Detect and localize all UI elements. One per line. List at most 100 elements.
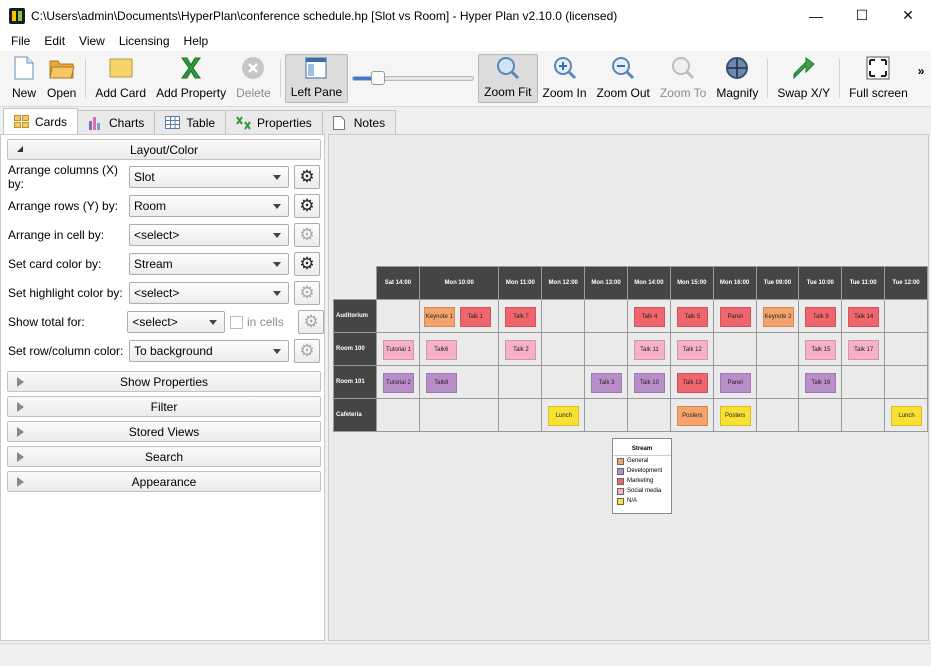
grid-cell[interactable] <box>884 332 928 366</box>
gear-icon[interactable]: ⚙ <box>294 339 320 363</box>
highlight-color-combo[interactable]: <select> <box>129 282 289 304</box>
arrange-columns-combo[interactable]: Slot <box>129 166 289 188</box>
card-canvas[interactable]: Sat 14:00 Mon 10:00 Mon 11:00 Mon 12:00 Mon … <box>328 134 929 641</box>
schedule-card[interactable]: Talk 9 <box>805 307 837 327</box>
grid-cell[interactable] <box>375 398 420 432</box>
new-button[interactable]: New <box>6 51 42 106</box>
zoom-slider-handle[interactable] <box>371 71 386 85</box>
menu-edit[interactable]: Edit <box>37 34 72 48</box>
column-header[interactable]: Sat 14:00 <box>375 266 420 300</box>
zoom-fit-button[interactable]: Zoom Fit <box>478 54 538 103</box>
gear-icon[interactable]: ⚙ <box>294 165 320 189</box>
schedule-card[interactable]: Tutorial 1 <box>382 340 414 360</box>
row-header[interactable]: Room 100 <box>333 332 377 366</box>
delete-button[interactable]: Delete <box>231 51 276 106</box>
schedule-card[interactable]: Talk 12 <box>676 340 708 360</box>
grid-cell[interactable]: Talk 10 <box>626 365 671 399</box>
grid-cell[interactable]: Panel <box>712 299 757 333</box>
schedule-card[interactable]: Keynote 2 <box>762 307 794 327</box>
grid-cell[interactable]: Talk 16 <box>798 365 843 399</box>
arrange-rows-combo[interactable]: Room <box>129 195 289 217</box>
schedule-card[interactable]: Talk 3 <box>591 373 623 393</box>
card-color-combo[interactable]: Stream <box>129 253 289 275</box>
schedule-card[interactable]: Posters <box>719 406 751 426</box>
grid-cell[interactable]: Keynote 2 <box>755 299 800 333</box>
grid-cell[interactable] <box>798 398 843 432</box>
grid-cell[interactable]: Talk 9 <box>798 299 843 333</box>
grid-cell[interactable] <box>541 365 586 399</box>
column-header[interactable]: Mon 12:00 <box>541 266 586 300</box>
grid-cell[interactable] <box>626 398 671 432</box>
arrange-in-cell-combo[interactable]: <select> <box>129 224 289 246</box>
schedule-card[interactable]: Panel <box>719 373 751 393</box>
menu-licensing[interactable]: Licensing <box>112 34 177 48</box>
grid-cell[interactable] <box>418 398 500 432</box>
grid-cell[interactable]: Lunch <box>884 398 928 432</box>
show-total-combo[interactable]: <select> <box>127 311 226 333</box>
schedule-card[interactable]: Talk8 <box>425 373 457 393</box>
appearance-header[interactable]: Appearance <box>7 471 321 492</box>
column-header[interactable]: Mon 11:00 <box>498 266 543 300</box>
schedule-card[interactable]: Talk 14 <box>848 307 880 327</box>
grid-cell[interactable] <box>884 365 928 399</box>
column-header[interactable]: Tue 09:00 <box>755 266 800 300</box>
schedule-card[interactable]: Talk 5 <box>676 307 708 327</box>
layout-color-header[interactable]: Layout/Color <box>7 139 321 160</box>
grid-cell[interactable]: Posters <box>669 398 714 432</box>
left-pane-button[interactable]: Left Pane <box>284 54 349 103</box>
open-button[interactable]: Open <box>42 51 81 106</box>
schedule-card[interactable]: Talk 10 <box>633 373 665 393</box>
grid-cell[interactable]: Tutorial 2 <box>375 365 420 399</box>
grid-cell[interactable] <box>541 299 586 333</box>
schedule-card[interactable]: Lunch <box>891 406 923 426</box>
grid-cell[interactable] <box>884 299 928 333</box>
column-header[interactable]: Mon 14:00 <box>626 266 671 300</box>
tab-charts[interactable]: Charts <box>77 110 156 134</box>
grid-cell[interactable]: Talk 15 <box>798 332 843 366</box>
gear-icon[interactable]: ⚙ <box>294 281 320 305</box>
grid-cell[interactable]: Talk 5 <box>669 299 714 333</box>
zoom-slider[interactable] <box>348 51 478 106</box>
column-header[interactable]: Tue 10:00 <box>798 266 843 300</box>
schedule-card[interactable]: Talk 16 <box>805 373 837 393</box>
menu-view[interactable]: View <box>72 34 112 48</box>
zoom-in-button[interactable]: Zoom In <box>538 51 592 106</box>
schedule-card[interactable]: Lunch <box>548 406 580 426</box>
grid-cell[interactable] <box>755 365 800 399</box>
tab-notes[interactable]: Notes <box>321 110 397 134</box>
row-column-color-combo[interactable]: To background <box>129 340 289 362</box>
grid-cell[interactable]: Lunch <box>541 398 586 432</box>
schedule-card[interactable]: Talk 4 <box>633 307 665 327</box>
stored-views-header[interactable]: Stored Views <box>7 421 321 442</box>
grid-cell[interactable] <box>584 299 628 333</box>
schedule-card[interactable]: Panel <box>719 307 751 327</box>
zoom-to-button[interactable]: Zoom To <box>655 51 711 106</box>
filter-header[interactable]: Filter <box>7 396 321 417</box>
maximize-button[interactable]: ☐ <box>839 0 885 31</box>
grid-cell[interactable] <box>584 332 628 366</box>
grid-cell[interactable]: Talk 12 <box>669 332 714 366</box>
schedule-card[interactable]: Talk 1 <box>459 307 491 327</box>
schedule-card[interactable]: Keynote 1 <box>423 307 455 327</box>
minimize-button[interactable]: — <box>793 0 839 31</box>
add-card-button[interactable]: Add Card <box>90 51 151 106</box>
gear-icon[interactable]: ⚙ <box>294 194 320 218</box>
grid-cell[interactable]: Talk 11 <box>626 332 671 366</box>
column-header[interactable]: Mon 15:00 <box>669 266 714 300</box>
grid-cell[interactable]: Talk6 <box>418 332 500 366</box>
search-header[interactable]: Search <box>7 446 321 467</box>
swap-xy-button[interactable]: Swap X/Y <box>772 51 835 106</box>
magnify-button[interactable]: Magnify <box>711 51 763 106</box>
column-header[interactable]: Mon 16:00 <box>712 266 757 300</box>
row-header[interactable]: Auditorium <box>333 299 377 333</box>
schedule-card[interactable]: Talk 7 <box>505 307 537 327</box>
grid-cell[interactable]: Talk 4 <box>626 299 671 333</box>
grid-cell[interactable] <box>841 398 886 432</box>
schedule-card[interactable]: Talk 2 <box>505 340 537 360</box>
schedule-card[interactable]: Talk 13 <box>676 373 708 393</box>
grid-cell[interactable] <box>755 398 800 432</box>
menu-file[interactable]: File <box>4 34 37 48</box>
gear-icon[interactable]: ⚙ <box>294 252 320 276</box>
grid-cell[interactable] <box>541 332 586 366</box>
zoom-out-button[interactable]: Zoom Out <box>592 51 655 106</box>
